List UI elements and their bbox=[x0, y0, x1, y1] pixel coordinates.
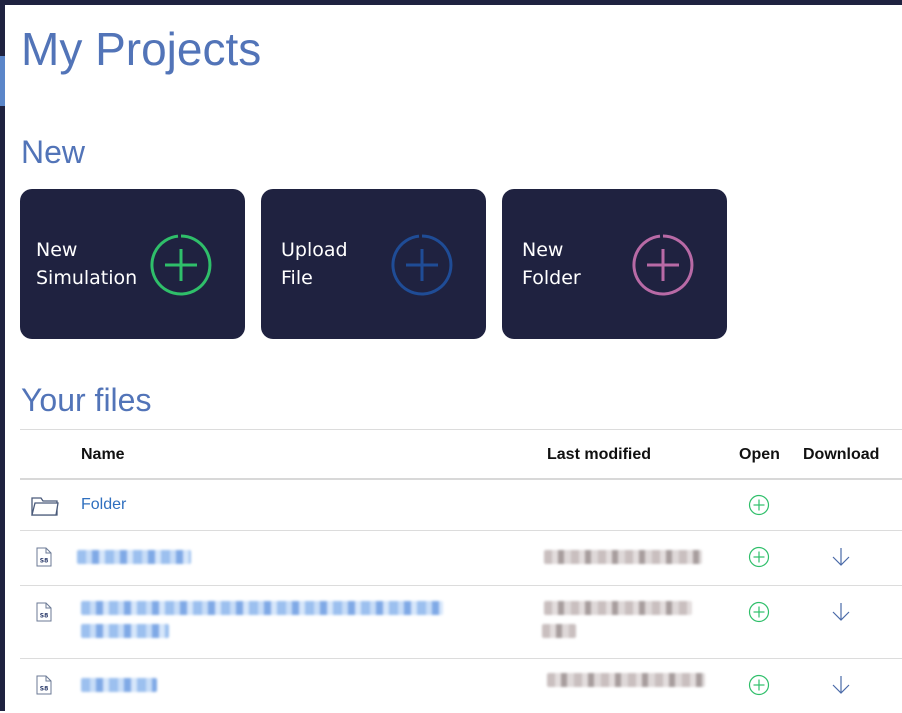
svg-text:S8: S8 bbox=[40, 613, 49, 620]
file-name-redacted[interactable] bbox=[81, 678, 157, 692]
svg-text:S8: S8 bbox=[40, 558, 49, 565]
card-label: Upload File bbox=[281, 236, 348, 292]
section-heading-your-files: Your files bbox=[21, 382, 152, 418]
table-row[interactable]: S8 bbox=[20, 530, 902, 585]
card-label-line2: File bbox=[281, 267, 313, 289]
file-icon: S8 bbox=[36, 602, 52, 622]
card-label-line2: Folder bbox=[522, 267, 581, 289]
top-bar bbox=[0, 0, 902, 5]
left-rail bbox=[0, 0, 5, 711]
column-header-open: Open bbox=[739, 446, 780, 463]
section-heading-new: New bbox=[21, 134, 86, 170]
folder-icon bbox=[31, 497, 59, 516]
last-modified-redacted bbox=[547, 673, 705, 687]
plus-circle-icon bbox=[150, 234, 212, 296]
arrow-down-icon[interactable] bbox=[830, 546, 852, 568]
plus-circle-icon bbox=[391, 234, 453, 296]
upload-file-card[interactable]: Upload File bbox=[261, 189, 486, 339]
file-name-redacted[interactable] bbox=[77, 550, 191, 564]
table-header: Name Last modified Open Download bbox=[20, 429, 902, 480]
files-table: Name Last modified Open Download Folder … bbox=[20, 429, 902, 713]
file-name-redacted[interactable] bbox=[81, 601, 443, 615]
card-label: New Folder bbox=[522, 236, 581, 292]
svg-text:S8: S8 bbox=[40, 686, 49, 693]
folder-name-link[interactable]: Folder bbox=[81, 496, 126, 514]
card-label: New Simulation bbox=[36, 236, 137, 292]
last-modified-redacted bbox=[544, 601, 692, 615]
file-icon: S8 bbox=[36, 547, 52, 567]
column-header-last-modified[interactable]: Last modified bbox=[547, 446, 651, 464]
new-folder-card[interactable]: New Folder bbox=[502, 189, 727, 339]
plus-circle-icon[interactable] bbox=[748, 546, 770, 568]
card-label-line1: Upload bbox=[281, 239, 348, 261]
last-modified-redacted bbox=[544, 550, 702, 564]
column-header-name[interactable]: Name bbox=[81, 446, 125, 464]
arrow-down-icon[interactable] bbox=[830, 601, 852, 623]
plus-circle-icon[interactable] bbox=[748, 674, 770, 696]
plus-circle-icon bbox=[632, 234, 694, 296]
left-rail-active-indicator bbox=[0, 56, 5, 106]
table-row[interactable]: S8 bbox=[20, 658, 902, 713]
plus-circle-icon[interactable] bbox=[748, 494, 770, 516]
card-label-line2: Simulation bbox=[36, 267, 138, 289]
last-modified-redacted-line2 bbox=[542, 624, 576, 638]
card-label-line1: New bbox=[36, 239, 78, 261]
column-header-download: Download bbox=[803, 446, 880, 463]
page-title: My Projects bbox=[21, 23, 262, 75]
plus-circle-icon[interactable] bbox=[748, 601, 770, 623]
card-label-line1: New bbox=[522, 239, 564, 261]
new-simulation-card[interactable]: New Simulation bbox=[20, 189, 245, 339]
arrow-down-icon[interactable] bbox=[830, 674, 852, 696]
table-row[interactable]: Folder bbox=[20, 480, 902, 530]
table-row[interactable]: S8 bbox=[20, 585, 902, 658]
file-name-redacted-line2[interactable] bbox=[81, 624, 169, 638]
file-icon: S8 bbox=[36, 675, 52, 695]
